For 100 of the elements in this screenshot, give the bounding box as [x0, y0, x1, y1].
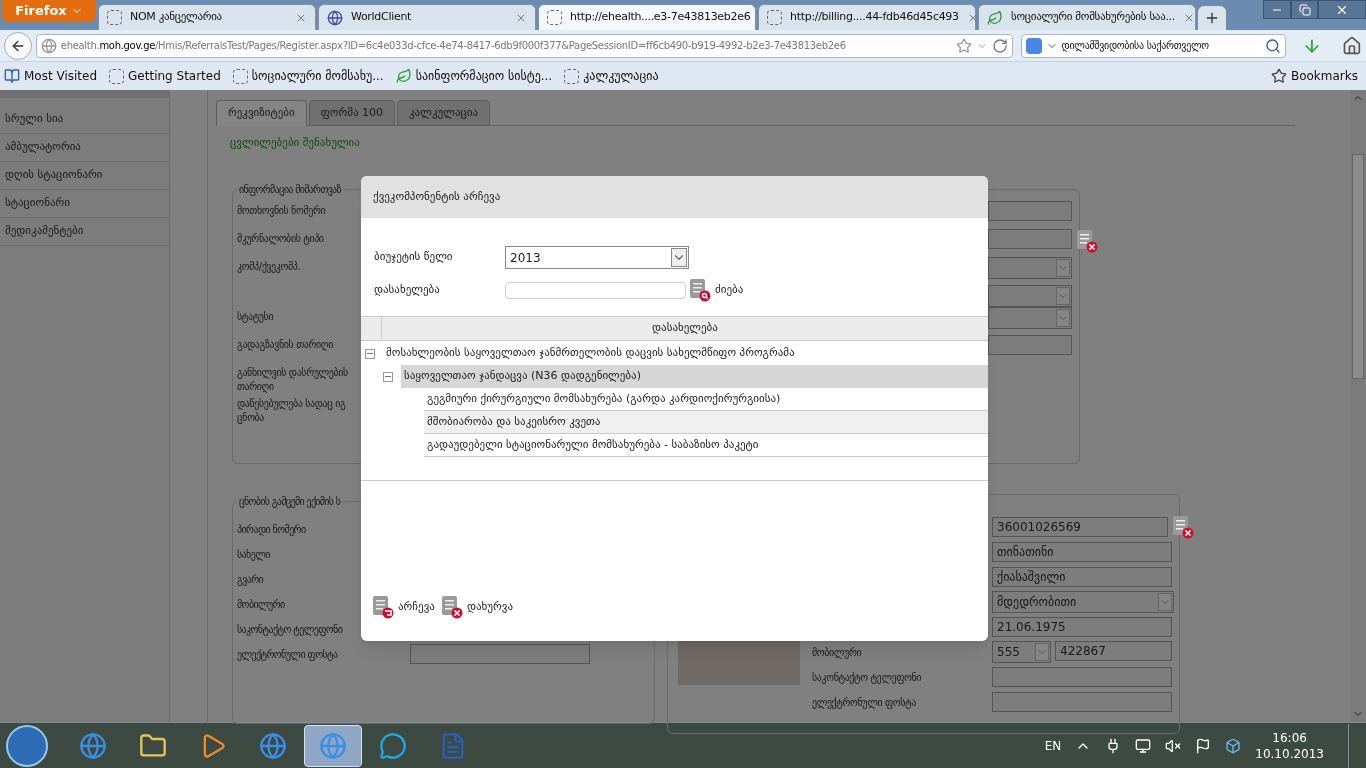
- input-field[interactable]: 36001026569: [992, 517, 1168, 537]
- input-field[interactable]: [992, 692, 1172, 712]
- bookmark-link[interactable]: საინფორმაციო სისტე...: [415, 67, 553, 85]
- caret-icon: [1035, 643, 1049, 661]
- collapse-icon[interactable]: [383, 371, 393, 382]
- close-button[interactable]: [1318, 0, 1366, 19]
- scrollbar[interactable]: [1350, 90, 1366, 722]
- book-icon: [4, 68, 20, 84]
- dropdown-field[interactable]: 555: [992, 641, 1051, 663]
- chat-icon: [379, 731, 407, 760]
- panel-legend: ცნობის გამცემი ექიმის ს: [237, 493, 343, 509]
- restore-icon: [1298, 3, 1311, 16]
- globe-icon: [40, 37, 57, 54]
- field-label: დასახელება: [374, 281, 441, 298]
- volume-muted-icon[interactable]: [1165, 737, 1182, 754]
- page-icon: [564, 68, 580, 84]
- page-tab[interactable]: ფორმა 100: [308, 100, 395, 126]
- input-field[interactable]: 21.06.1975: [992, 617, 1172, 637]
- bookmark-link[interactable]: Most Visited: [24, 67, 98, 85]
- start-button[interactable]: [6, 724, 48, 767]
- caret-icon: [1056, 258, 1070, 277]
- column-header: დასახელება: [651, 320, 719, 337]
- year-dropdown[interactable]: 2013: [505, 246, 689, 269]
- input-field[interactable]: თინათინი: [992, 542, 1172, 562]
- bookmark-link[interactable]: სოციალური მომსახუ...: [251, 67, 384, 85]
- browser-tab[interactable]: WorldClient: [318, 4, 536, 30]
- tree-item[interactable]: მშობიარობა და საკეისრო კვეთა: [424, 411, 988, 434]
- browser-tab[interactable]: http://billing....44-fdb46d45c493: [758, 4, 976, 30]
- dropdown-field[interactable]: მდედრობითი: [992, 591, 1174, 613]
- status-message: ცვლილებები შენახულია: [230, 135, 361, 151]
- bookmark-link[interactable]: Getting Started: [128, 67, 221, 85]
- globe-icon: [327, 9, 343, 26]
- tree-item[interactable]: მოსახლეობის საყოველთაო ჯანმრთელობის დაცვის სახელმწიფო პროგრამა: [383, 342, 988, 365]
- caret-icon: [671, 248, 687, 267]
- new-tab-button[interactable]: [1198, 6, 1226, 30]
- back-button[interactable]: [4, 31, 32, 60]
- field-label: მკურნალობის ტიპი: [237, 231, 325, 246]
- home-icon[interactable]: [1342, 35, 1362, 56]
- browser-tab[interactable]: NOM კანცელარია: [98, 4, 316, 30]
- leaf-icon: [395, 68, 412, 84]
- scrollbar-thumb[interactable]: [1352, 154, 1364, 379]
- page-tab[interactable]: რეკვიზიტები: [216, 100, 307, 126]
- sidebar-item[interactable]: სრული სია: [0, 106, 169, 134]
- language-indicator[interactable]: EN: [1044, 736, 1062, 755]
- network-icon[interactable]: [1135, 737, 1152, 754]
- dropdown-field[interactable]: [988, 306, 1072, 329]
- caret-icon: [1056, 286, 1070, 305]
- search-button[interactable]: ძიება: [689, 278, 744, 302]
- bookmarks-menu[interactable]: Bookmarks: [1290, 67, 1358, 85]
- tab-title: NOM კანცელარია: [130, 9, 223, 26]
- browser-tab[interactable]: http://ehealth....e3-7e43813eb2e6: [538, 4, 756, 30]
- star-icon[interactable]: [955, 37, 972, 54]
- name-input[interactable]: [505, 281, 686, 299]
- page-icon: [547, 10, 562, 25]
- select-button[interactable]: არჩევა: [372, 595, 435, 619]
- close-button[interactable]: დახურვა: [440, 595, 513, 619]
- dropdown-field[interactable]: [988, 284, 1072, 307]
- box-icon[interactable]: [1225, 737, 1242, 754]
- input-field[interactable]: [410, 644, 590, 664]
- input-field[interactable]: [988, 228, 1072, 249]
- tree-item[interactable]: საყოველთაო ჯანდაცვა (N36 დადგენილება): [401, 365, 988, 388]
- sidebar-item[interactable]: დღის სტაციონარი: [0, 162, 169, 190]
- search-icon[interactable]: [1265, 37, 1282, 54]
- field-label: პირადი ნომერი: [237, 522, 307, 537]
- bookmark-link[interactable]: კალკულაცია: [583, 67, 659, 85]
- tree-item[interactable]: გადაუდებელი სტაციონარული მომსახურება - საბაზისო პაკეტი: [424, 434, 988, 457]
- tab-title: http://billing....44-fdb46d45c493: [790, 9, 959, 26]
- dialog-title: ქვეკომპონენტის არჩევა: [373, 188, 501, 205]
- taskbar-button[interactable]: [304, 724, 362, 767]
- sidebar-item[interactable]: სტაციონარი: [0, 190, 169, 218]
- input-field[interactable]: [988, 334, 1072, 355]
- tree-item[interactable]: გეგმიური ქირურგიული მომსახურება (გარდა კარდიოქირურგიისა): [424, 388, 988, 411]
- sidebar-item[interactable]: მედიკამენტები: [0, 218, 169, 246]
- panel-legend: ინფორმაცია მიმართვაზ: [237, 181, 343, 197]
- close-document-icon: [1076, 228, 1098, 253]
- field-label: დაწესებულება სადაც იგ ცნობა: [237, 396, 347, 425]
- browser-tab[interactable]: სოციალური მომსახურების საა...: [978, 4, 1196, 30]
- dropdown-field[interactable]: [988, 256, 1072, 279]
- address-bar[interactable]: ehealth.moh.gov.ge/Hmis/ReferralsTest/Pages/Register.aspx?ID=6c4e033d-cfce-4e74-8417-6db9f000f377&PageSessionID=ff6cb490-b919-4992-b2e3-7e43813eb2e6: [35, 33, 1013, 58]
- page-icon: [232, 68, 248, 84]
- restore-button[interactable]: [1291, 0, 1318, 19]
- field-label: კომპ/ქვეკომპ.: [237, 259, 302, 274]
- collapse-icon[interactable]: [365, 348, 375, 359]
- minimize-button[interactable]: [1263, 0, 1291, 19]
- input-field[interactable]: 422867: [1055, 641, 1172, 661]
- input-field[interactable]: [988, 200, 1072, 221]
- tab-title: http://ehealth....e3-7e43813eb2e6: [570, 9, 751, 26]
- input-field[interactable]: ქიასაშვილი: [992, 567, 1172, 587]
- reload-icon[interactable]: [991, 37, 1008, 54]
- page-tab[interactable]: კალკულაცია: [396, 100, 491, 126]
- search-field[interactable]: დილამშვიდობისა საქართველო: [1020, 33, 1287, 58]
- field-label: ბიუჯეტის წელი: [374, 249, 454, 266]
- field-label: მოთხოვნის ნომერი: [237, 203, 327, 218]
- caret-icon: [1056, 308, 1070, 327]
- field-label: საკონტაქტო ტელეფონი: [237, 622, 344, 637]
- input-field[interactable]: [992, 667, 1172, 687]
- sidebar-item[interactable]: ამბულატორია: [0, 134, 169, 162]
- page-icon: [767, 10, 782, 25]
- search-document-icon: [689, 278, 711, 302]
- flag-icon[interactable]: [1195, 737, 1212, 754]
